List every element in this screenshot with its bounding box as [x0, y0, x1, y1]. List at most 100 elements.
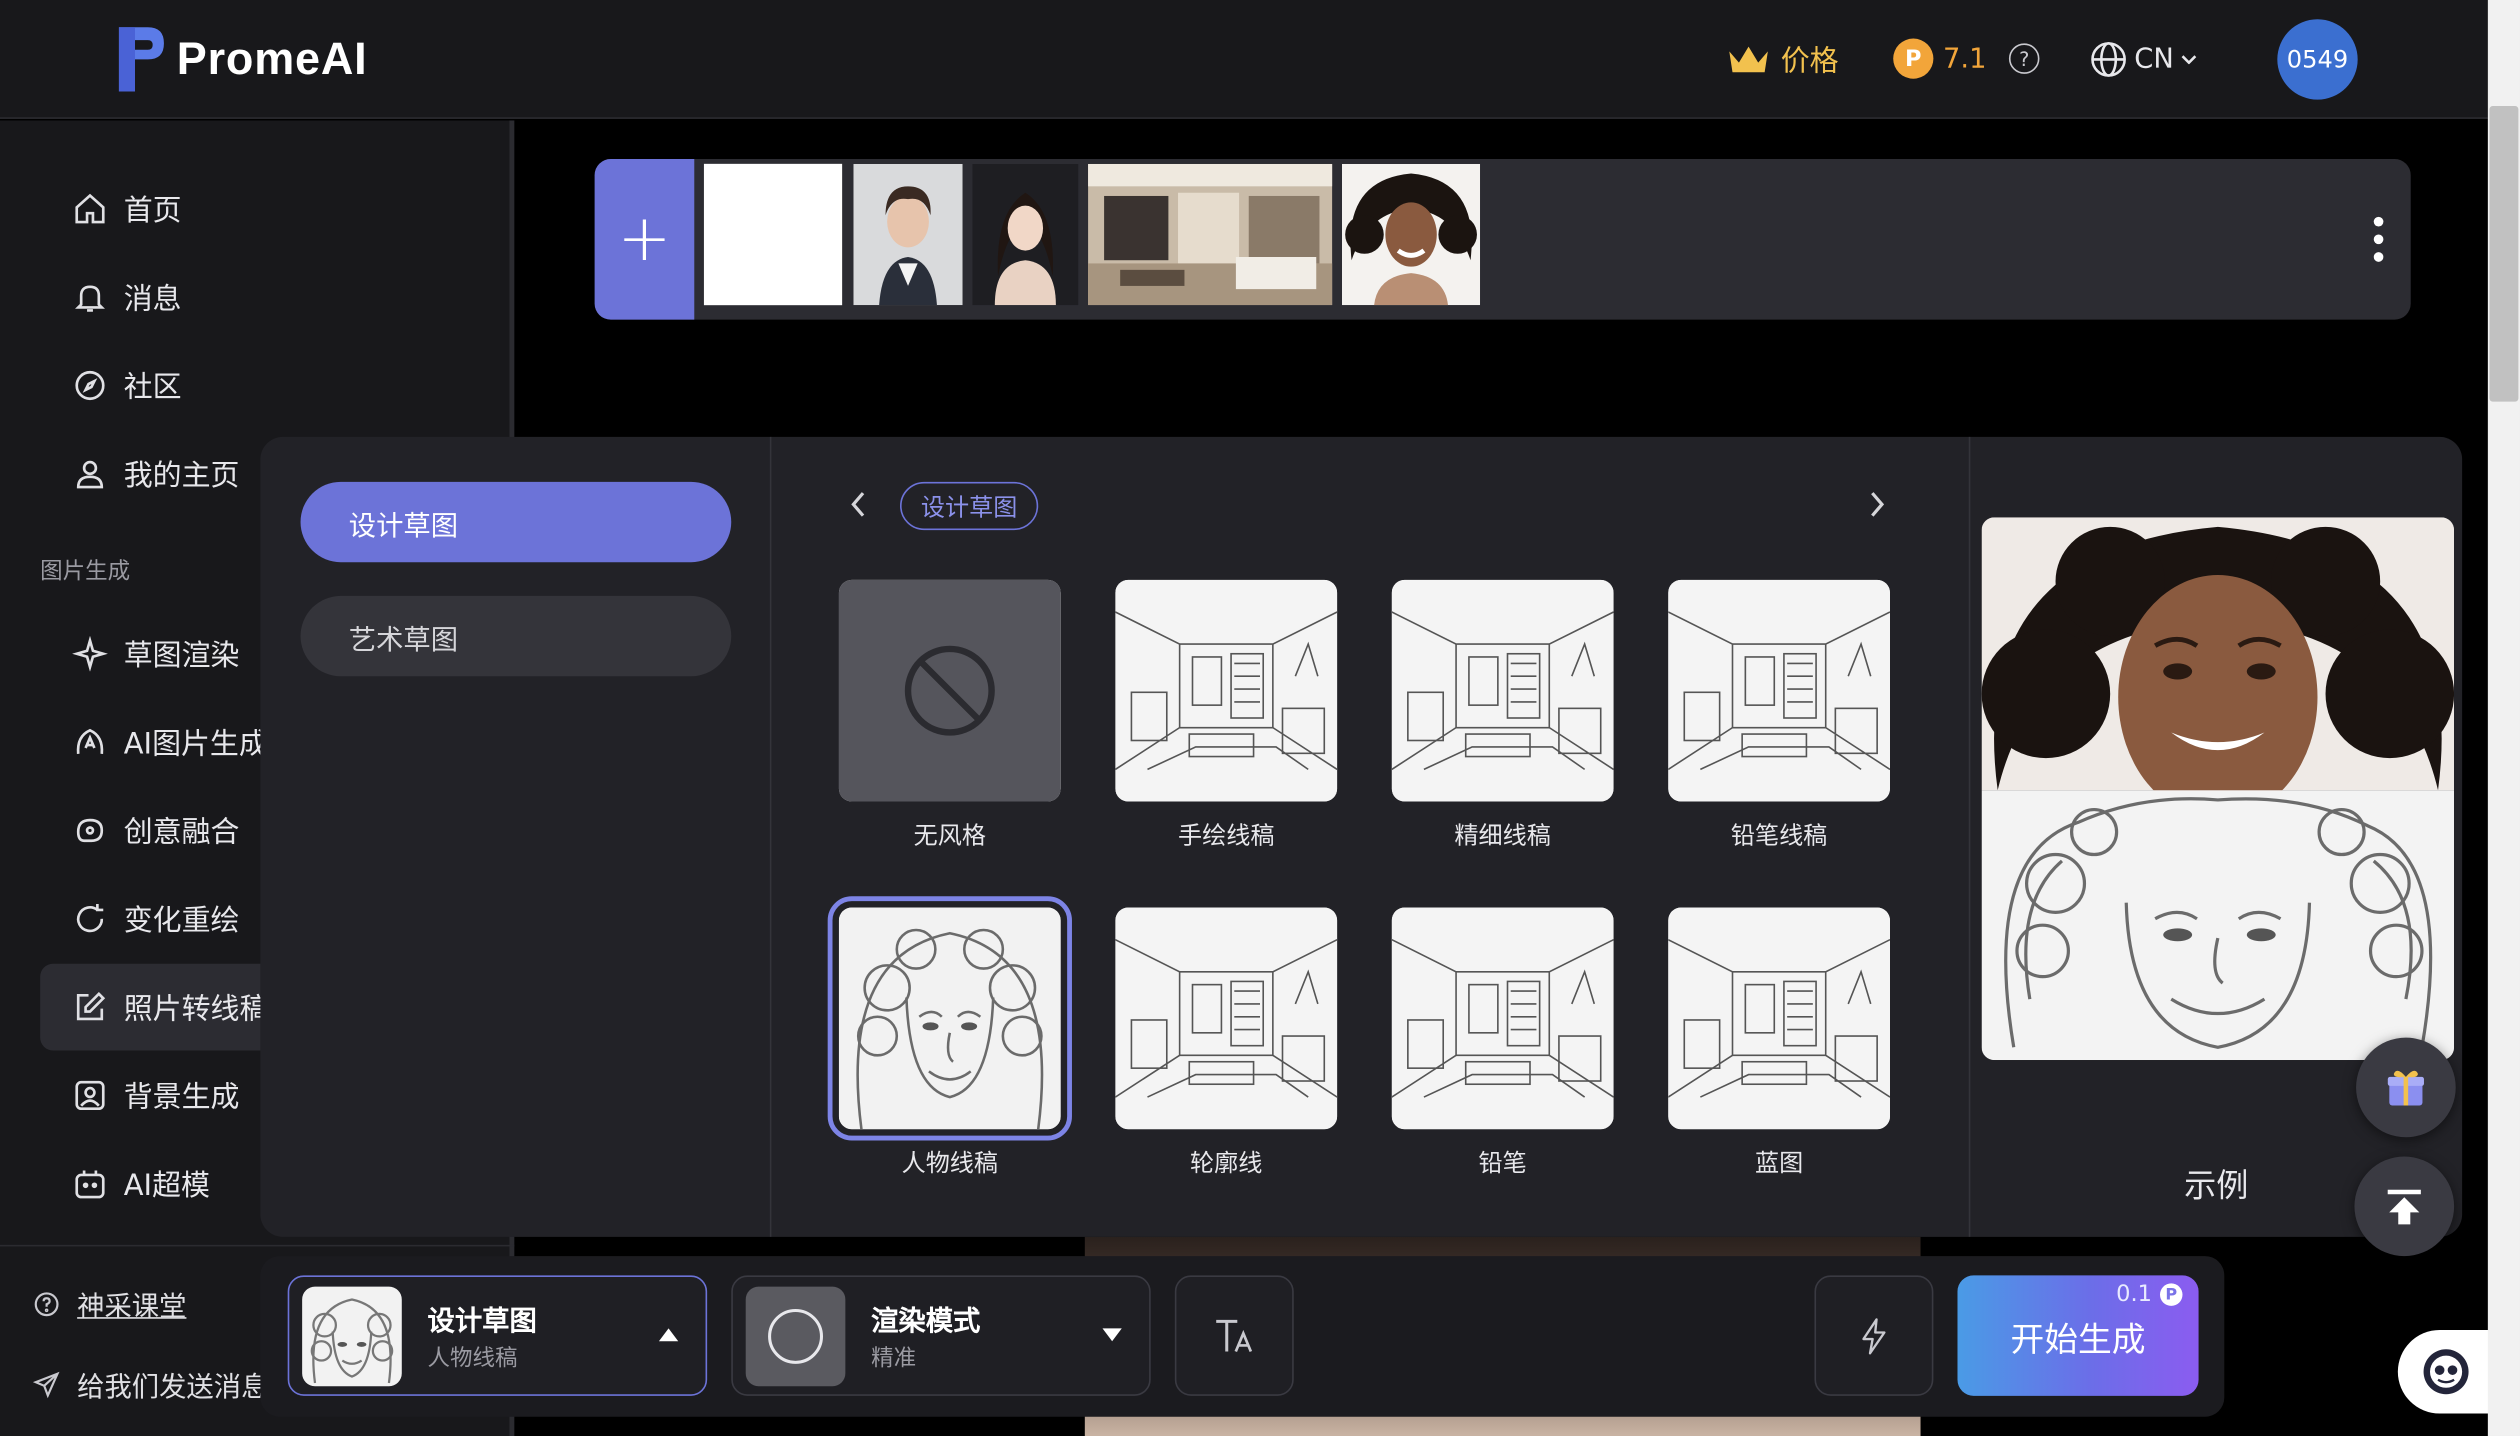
crown-icon	[1729, 46, 1768, 73]
arrow-up-icon	[2387, 1189, 2421, 1225]
history-thumb-interior[interactable]	[1088, 163, 1333, 306]
mode-subtitle: 精准	[871, 1346, 917, 1372]
style-preview-image	[1115, 579, 1338, 802]
sidebar-item-label: 我的主页	[123, 459, 240, 494]
example-image	[1981, 517, 2455, 1061]
robot-icon	[75, 1170, 105, 1199]
no-style-icon	[838, 579, 1061, 802]
ai-image-icon	[76, 728, 104, 754]
style-preview-image	[1668, 907, 1890, 1130]
history-thumb-woman[interactable]	[972, 163, 1079, 306]
app-root: PromeAI 价格 P 7.1 ? CN 0549 首页 消息 社区 我的主页…	[0, 0, 2520, 1436]
render-mode-selector[interactable]: 渲染模式 精准	[731, 1275, 1151, 1396]
style-option[interactable]: 铅笔线稿	[1668, 579, 1890, 851]
classroom-label: 神采课堂	[77, 1291, 187, 1324]
section-title: 图片生成	[40, 558, 131, 585]
gift-button[interactable]	[2356, 1037, 2456, 1138]
style-option-label: 无风格	[913, 820, 986, 850]
send-icon	[32, 1370, 60, 1398]
text-icon	[1216, 1319, 1253, 1352]
blend-icon	[76, 818, 104, 843]
bell-icon	[75, 285, 105, 312]
cost-value: 0.1	[2116, 1281, 2152, 1308]
more-options-icon[interactable]	[2372, 216, 2385, 262]
back-to-top-button[interactable]	[2354, 1156, 2455, 1257]
sidebar-link-feedback[interactable]: 给我们发送消息	[32, 1364, 268, 1404]
style-option-label: 精细线稿	[1454, 820, 1551, 850]
gift-icon	[2387, 1070, 2424, 1106]
style-option[interactable]: 手绘线稿	[1115, 579, 1338, 851]
style-option[interactable]: 蓝图	[1668, 907, 1890, 1179]
history-thumb-man[interactable]	[853, 163, 963, 306]
caret-down-icon	[1102, 1328, 1122, 1342]
category-design-sketch[interactable]: 设计草图	[300, 481, 732, 563]
style-thumbnail	[302, 1286, 402, 1387]
style-selector[interactable]: 设计草图 人物线稿	[287, 1275, 708, 1396]
style-option-label: 蓝图	[1754, 1148, 1804, 1178]
style-option-label: 手绘线稿	[1178, 820, 1275, 850]
style-option[interactable]: 精细线稿	[1391, 579, 1614, 851]
refresh-icon	[76, 904, 104, 933]
logo-text: PromeAI	[176, 33, 368, 84]
help-icon	[34, 1291, 59, 1316]
user-icon	[76, 460, 104, 489]
mode-title: 渲染模式	[871, 1305, 981, 1339]
sidebar-item-label: 背景生成	[123, 1081, 240, 1115]
language-selector[interactable]: CN	[2089, 40, 2196, 79]
sidebar-item-home[interactable]: 首页	[40, 165, 514, 252]
style-option-label: 人物线稿	[901, 1148, 999, 1178]
style-preview-image	[1668, 579, 1890, 802]
history-thumb-blank[interactable]	[703, 163, 843, 306]
style-subtitle: 人物线稿	[427, 1346, 518, 1372]
image-history-bar: +	[594, 159, 2411, 320]
sidebar-item-label: 草图渲染	[123, 639, 240, 674]
next-page-button[interactable]	[1864, 488, 1890, 520]
sidebar-item-label: 首页	[123, 194, 182, 229]
sidebar-item-label: AI图片生成	[123, 727, 268, 762]
style-option[interactable]: 无风格	[838, 579, 1061, 851]
category-art-sketch[interactable]: 艺术草图	[300, 595, 732, 677]
fast-mode-button[interactable]	[1814, 1275, 1934, 1396]
chevron-right-icon	[1871, 492, 1885, 517]
chevron-down-icon	[2180, 55, 2196, 65]
cost-badge: 0.1 P	[2116, 1281, 2183, 1308]
lightning-icon	[1862, 1317, 1886, 1354]
help-icon[interactable]: ?	[2009, 43, 2040, 74]
text-prompt-button[interactable]	[1174, 1275, 1294, 1396]
user-avatar[interactable]: 0549	[2277, 19, 2358, 100]
credits-display[interactable]: P 7.1 ?	[1893, 38, 2040, 79]
add-image-button[interactable]: +	[594, 159, 695, 320]
credits-value: 7.1	[1943, 42, 1987, 75]
style-category-list: 设计草图 艺术草图	[260, 436, 772, 1237]
chatbot-button[interactable]	[2397, 1329, 2495, 1414]
logo[interactable]: PromeAI	[109, 21, 367, 98]
pricing-link[interactable]: 价格	[1726, 39, 1839, 81]
history-thumb-woman-curly[interactable]	[1341, 163, 1481, 306]
style-option-label: 铅笔	[1478, 1148, 1527, 1178]
style-preview-image	[1115, 907, 1338, 1130]
scrollbar-thumb[interactable]	[2489, 106, 2519, 402]
plus-icon: +	[617, 202, 672, 277]
style-option[interactable]: 轮廓线	[1115, 907, 1338, 1179]
top-header: PromeAI 价格 P 7.1 ? CN 0549	[0, 0, 2488, 119]
start-generate-button[interactable]: 0.1 P 开始生成	[1957, 1275, 2199, 1396]
prev-page-button[interactable]	[845, 488, 871, 520]
sidebar-item-community[interactable]: 社区	[40, 342, 514, 429]
circle-icon	[768, 1308, 824, 1364]
start-label: 开始生成	[2010, 1320, 2146, 1359]
coin-icon: P	[1893, 38, 1934, 79]
sidebar-item-label: 消息	[123, 282, 182, 317]
sidebar-divider	[0, 1244, 515, 1247]
style-grid-area: 设计草图 无风格 手绘线稿 精细线稿 铅笔线稿 人物线稿 轮廓线 铅笔 蓝图	[771, 436, 1971, 1237]
style-option-label: 轮廓线	[1190, 1148, 1263, 1178]
sidebar-link-classroom[interactable]: 神采课堂	[32, 1283, 187, 1324]
style-preview-image	[1391, 907, 1614, 1130]
sidebar-item-messages[interactable]: 消息	[40, 254, 514, 341]
style-option[interactable]: 人物线稿	[827, 896, 1072, 1179]
style-preview-image	[827, 896, 1072, 1141]
compass-icon	[75, 370, 105, 401]
style-option[interactable]: 铅笔	[1391, 907, 1614, 1179]
globe-icon	[2091, 42, 2126, 77]
style-option-label: 铅笔线稿	[1730, 820, 1828, 850]
style-panel: 设计草图 艺术草图 设计草图 无风格 手绘线稿 精细线稿 铅笔线稿人物线稿 轮廓线 铅笔 蓝…	[260, 436, 2463, 1237]
